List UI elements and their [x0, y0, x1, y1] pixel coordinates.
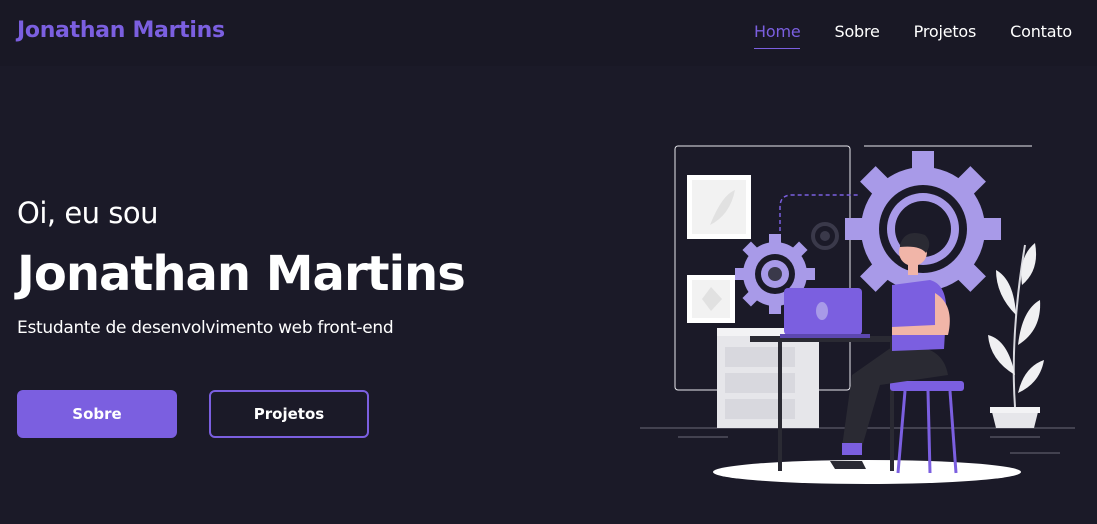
- nav-link-sobre[interactable]: Sobre: [834, 22, 879, 49]
- hero-subtitle: Estudante de desenvolvimento web front-e…: [17, 318, 394, 338]
- nav-link-home[interactable]: Home: [754, 22, 801, 49]
- site-logo[interactable]: Jonathan Martins: [17, 18, 225, 43]
- projetos-button[interactable]: Projetos: [209, 390, 369, 438]
- nav-link-contato[interactable]: Contato: [1010, 22, 1072, 49]
- hero-name: Jonathan Martins: [17, 246, 466, 302]
- nav-link-projetos[interactable]: Projetos: [914, 22, 977, 49]
- developer-at-desk-illustration: [630, 135, 1080, 495]
- hero-greeting: Oi, eu sou: [17, 196, 159, 230]
- sobre-button[interactable]: Sobre: [17, 390, 177, 438]
- main-nav: Home Sobre Projetos Contato: [720, 22, 1072, 49]
- site-header: Jonathan Martins Home Sobre Projetos Con…: [0, 0, 1097, 66]
